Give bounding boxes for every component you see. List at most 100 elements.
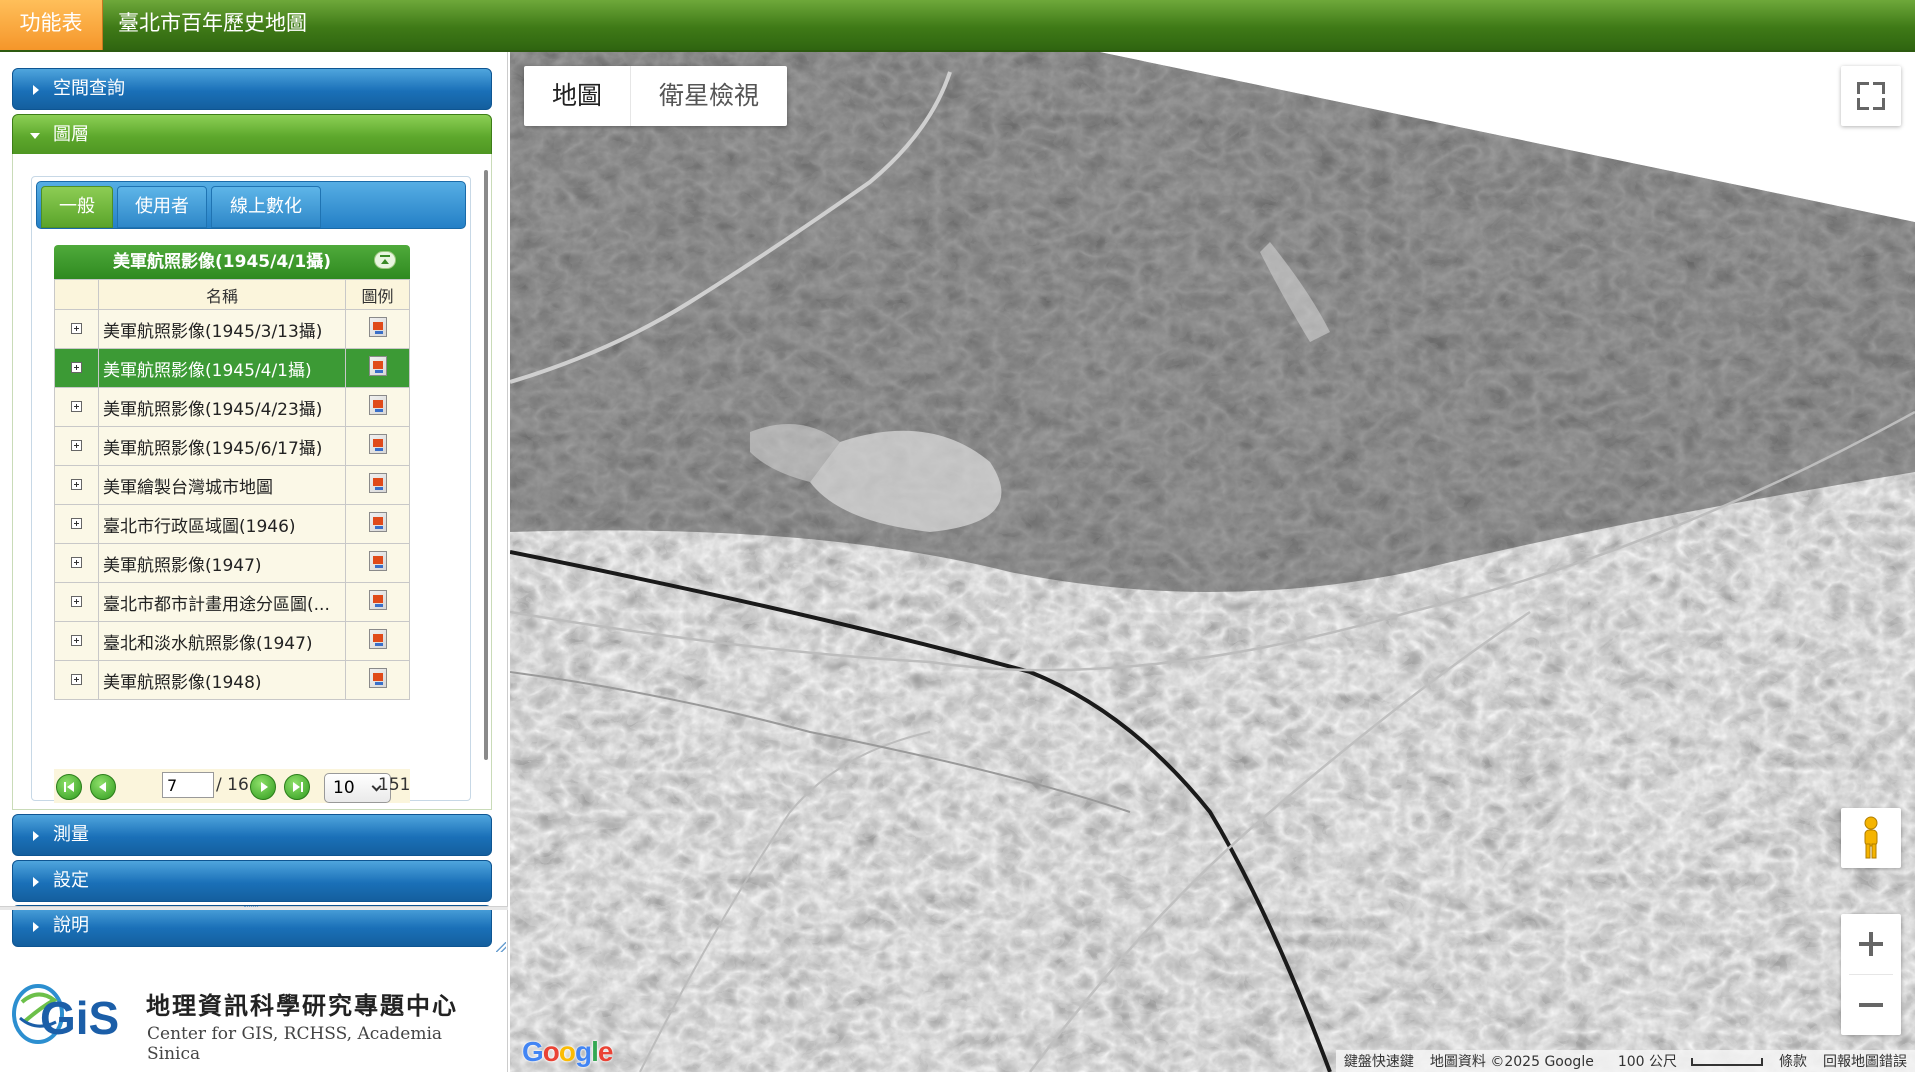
gis-center-logo: GiS 地理資訊科學研究專題中心 Center for GIS, RCHSS, … <box>10 976 490 1064</box>
menu-button[interactable]: 功能表 <box>0 0 103 50</box>
last-page-icon[interactable] <box>284 774 310 800</box>
table-row[interactable]: 臺北市都市計畫用途分區圖(... <box>54 582 410 622</box>
section-spatial-query[interactable]: 空間查詢 <box>12 68 492 110</box>
legend-icon[interactable] <box>368 316 387 337</box>
section-label: 測量 <box>53 824 89 845</box>
map-view[interactable]: 地圖 衛星檢視 Google 鍵盤快速鍵 地圖資料 ©2025 Google 1… <box>510 52 1915 1072</box>
layer-name[interactable]: 美軍航照影像(1947) <box>98 543 346 583</box>
google-logo[interactable]: Google <box>522 1036 613 1068</box>
legend-cell <box>345 504 410 544</box>
report-error-link[interactable]: 回報地圖錯誤 <box>1815 1051 1915 1071</box>
keyboard-shortcuts-link[interactable]: 鍵盤快速鍵 <box>1336 1051 1422 1071</box>
first-page-icon[interactable] <box>56 774 82 800</box>
prev-page-icon[interactable] <box>90 774 116 800</box>
table-row[interactable]: 美軍航照影像(1945/4/23攝) <box>54 387 410 427</box>
zoom-in-button[interactable] <box>1841 914 1901 974</box>
layer-name[interactable]: 美軍航照影像(1945/3/13攝) <box>98 309 346 349</box>
chevron-down-icon <box>30 133 40 139</box>
resize-grip-icon[interactable] <box>496 942 506 952</box>
legend-cell <box>345 582 410 622</box>
tab-online-digitize[interactable]: 線上數化 <box>211 186 321 228</box>
splitter-handle-icon <box>244 906 258 909</box>
legend-icon[interactable] <box>368 394 387 415</box>
tab-user[interactable]: 使用者 <box>117 186 207 228</box>
layer-name[interactable]: 美軍航照影像(1945/6/17攝) <box>98 426 346 466</box>
table-row[interactable]: 美軍航照影像(1945/3/13攝) <box>54 309 410 349</box>
section-layers[interactable]: 圖層 <box>12 114 492 156</box>
layers-panel: 一般 使用者 線上數化 美軍航照影像(1945/4/1攝) 名稱 圖例 美軍航照… <box>12 154 492 810</box>
expand-icon[interactable] <box>71 323 82 334</box>
expand-icon[interactable] <box>71 362 82 373</box>
map-type-control: 地圖 衛星檢視 <box>524 66 788 126</box>
layer-name[interactable]: 臺北市行政區域圖(1946) <box>98 504 346 544</box>
layer-name[interactable]: 美軍航照影像(1945/4/1攝) <box>98 348 346 388</box>
section-label: 設定 <box>53 870 89 891</box>
logo-name-en: Center for GIS, RCHSS, Academia Sinica <box>147 1024 443 1064</box>
legend-icon[interactable] <box>368 433 387 454</box>
section-measure[interactable]: 測量 <box>12 814 492 856</box>
expand-cell <box>54 504 99 544</box>
layer-name[interactable]: 臺北市都市計畫用途分區圖(... <box>98 582 346 622</box>
aerial-photo <box>510 52 1915 1072</box>
legend-icon[interactable] <box>368 589 387 610</box>
section-settings[interactable]: 設定 <box>12 860 492 902</box>
expand-icon[interactable] <box>71 596 82 607</box>
chevron-right-icon <box>33 877 39 887</box>
layers-content: 一般 使用者 線上數化 美軍航照影像(1945/4/1攝) 名稱 圖例 美軍航照… <box>31 176 471 803</box>
expand-cell <box>54 465 99 505</box>
chevron-right-icon <box>33 85 39 95</box>
expand-cell <box>54 621 99 661</box>
section-help[interactable]: 說明 <box>12 905 492 947</box>
legend-cell <box>345 387 410 427</box>
layer-name[interactable]: 美軍航照影像(1945/4/23攝) <box>98 387 346 427</box>
map-type-roadmap-button[interactable]: 地圖 <box>524 66 630 126</box>
expand-cell <box>54 387 99 427</box>
panel-scrollbar[interactable] <box>484 170 488 760</box>
legend-icon[interactable] <box>368 511 387 532</box>
collapse-icon[interactable] <box>374 251 396 269</box>
layer-name[interactable]: 美軍航照影像(1948) <box>98 660 346 700</box>
total-records: 151 <box>378 775 411 795</box>
tab-general[interactable]: 一般 <box>41 186 113 228</box>
map-type-satellite-button[interactable]: 衛星檢視 <box>630 66 787 126</box>
page-number-input[interactable] <box>162 772 214 798</box>
legend-icon[interactable] <box>368 550 387 571</box>
table-row[interactable]: 美軍航照影像(1945/4/1攝) <box>54 348 410 388</box>
table-row[interactable]: 美軍航照影像(1945/6/17攝) <box>54 426 410 466</box>
logo-name-cn: 地理資訊科學研究專題中心 <box>146 991 458 1020</box>
expand-column-header <box>54 279 99 310</box>
layer-tabs: 一般 使用者 線上數化 <box>36 181 466 229</box>
table-row[interactable]: 美軍航照影像(1947) <box>54 543 410 583</box>
table-row[interactable]: 臺北市行政區域圖(1946) <box>54 504 410 544</box>
zoom-control <box>1841 914 1901 1035</box>
name-column-header: 名稱 <box>98 279 346 310</box>
terms-link[interactable]: 條款 <box>1771 1051 1815 1071</box>
expand-icon[interactable] <box>71 674 82 685</box>
expand-icon[interactable] <box>71 479 82 490</box>
legend-icon[interactable] <box>368 472 387 493</box>
expand-icon[interactable] <box>71 635 82 646</box>
fullscreen-button[interactable] <box>1841 66 1901 126</box>
legend-cell <box>345 426 410 466</box>
table-header-row: 名稱 圖例 <box>54 279 410 310</box>
legend-icon[interactable] <box>368 667 387 688</box>
legend-cell <box>345 348 410 388</box>
next-page-icon[interactable] <box>250 774 276 800</box>
table-row[interactable]: 美軍繪製台灣城市地圖 <box>54 465 410 505</box>
expand-icon[interactable] <box>71 401 82 412</box>
total-pages-text: / 16 <box>216 775 249 795</box>
expand-icon[interactable] <box>71 440 82 451</box>
legend-icon[interactable] <box>368 628 387 649</box>
legend-icon[interactable] <box>368 355 387 376</box>
scale-indicator[interactable]: 100 公尺 <box>1602 1051 1771 1071</box>
expand-icon[interactable] <box>71 518 82 529</box>
scale-bar-icon <box>1691 1058 1763 1066</box>
table-row[interactable]: 臺北和淡水航照影像(1947) <box>54 621 410 661</box>
chevron-right-icon <box>33 831 39 841</box>
layer-name[interactable]: 臺北和淡水航照影像(1947) <box>98 621 346 661</box>
zoom-out-button[interactable] <box>1841 975 1901 1035</box>
table-row[interactable]: 美軍航照影像(1948) <box>54 660 410 700</box>
layer-name[interactable]: 美軍繪製台灣城市地圖 <box>98 465 346 505</box>
street-view-pegman-button[interactable] <box>1841 808 1901 868</box>
expand-icon[interactable] <box>71 557 82 568</box>
